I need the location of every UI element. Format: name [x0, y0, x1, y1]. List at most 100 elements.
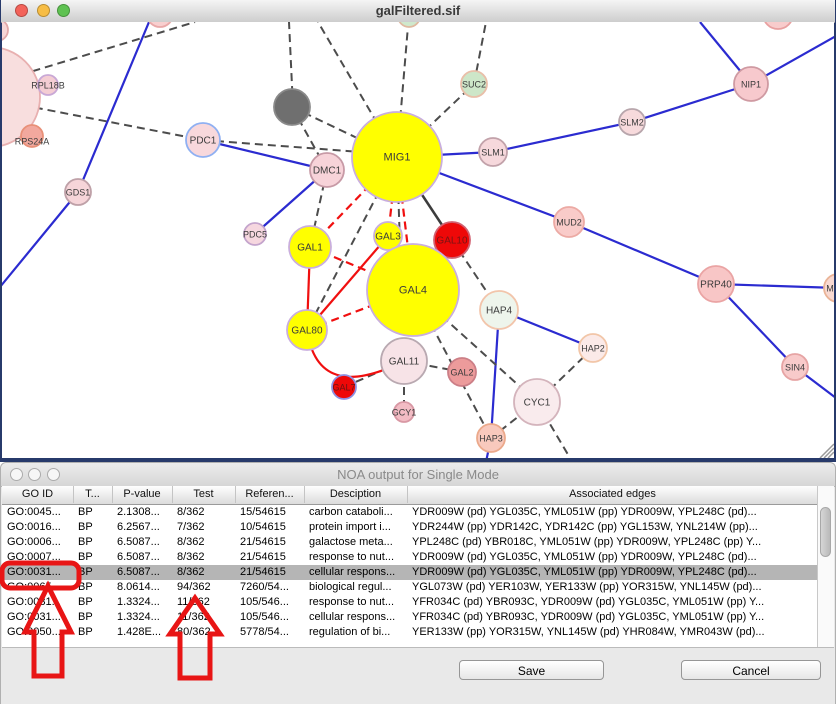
table-cell: 1.3324... [112, 595, 172, 610]
noa-window-title: NOA output for Single Mode [1, 467, 835, 482]
column-header-desciption[interactable]: Desciption [304, 486, 408, 503]
table-cell: regulation of bi... [304, 625, 407, 640]
table-header-row: GO IDT...P-valueTestReferen...Desciption… [2, 486, 818, 505]
table-row[interactable]: GO:0016...BP6.2567...7/36210/54615protei… [2, 520, 818, 535]
table-cell: 7/362 [172, 520, 235, 535]
table-row[interactable]: GO:0050...BP1.428E...80/3625778/54...reg… [2, 625, 818, 640]
network-node-label-PRP40: PRP40 [700, 280, 732, 291]
network-node-label-MUD2: MUD2 [556, 218, 582, 228]
network-window: galFiltered.sif RPL18B RPS24A GDS1 PDC1 DMC1… [0, 0, 836, 462]
network-canvas[interactable]: RPL18BRPS24AGDS1PDC1DMC1MIG1SUC2SLM1SLM2… [2, 22, 834, 458]
column-header-go-id[interactable]: GO ID [2, 486, 74, 503]
network-node-label-GAL7: GAL7 [332, 383, 355, 393]
table-row[interactable]: GO:0045...BP2.1308...8/36215/54615carbon… [2, 505, 818, 520]
table-cell: 11/362 [172, 595, 235, 610]
table-row[interactable]: GO:0065...BP8.0614...94/3627260/54...bio… [2, 580, 818, 595]
table-cell: 11/362 [172, 610, 235, 625]
network-node-label-HAP4: HAP4 [486, 306, 513, 317]
table-cell: YDR009W (pd) YGL035C, YML051W (pp) YDR00… [407, 505, 818, 520]
table-cell: 80/362 [172, 625, 235, 640]
table-row[interactable]: GO:0007...BP6.5087...8/36221/54615respon… [2, 550, 818, 565]
save-button[interactable]: Save [459, 660, 604, 680]
network-node-label-PDC1: PDC1 [190, 136, 217, 147]
table-cell: 8/362 [172, 565, 235, 580]
table-cell: GO:0045... [2, 505, 73, 520]
table-cell: 8.0614... [112, 580, 172, 595]
cancel-button[interactable]: Cancel [681, 660, 821, 680]
table-cell: GO:0006... [2, 535, 73, 550]
table-cell: GO:0016... [2, 520, 73, 535]
network-node-top-green[interactable] [398, 22, 420, 27]
table-cell: cellular respons... [304, 565, 407, 580]
network-node-label-MIG1: MIG1 [384, 152, 411, 164]
network-node-label-RPL18B: RPL18B [31, 81, 65, 91]
network-node-label-GDS1: GDS1 [66, 188, 91, 198]
table-cell: GO:0050... [2, 625, 73, 640]
table-cell: 105/546... [235, 595, 304, 610]
table-cell: YFR034C (pd) YBR093C, YDR009W (pd) YGL03… [407, 610, 818, 625]
screen: galFiltered.sif RPL18B RPS24A GDS1 PDC1 DMC1… [0, 0, 836, 704]
network-node-label-GAL10: GAL10 [436, 236, 468, 247]
table-cell: YGL073W (pd) YER103W, YER133W (pp) YOR31… [407, 580, 818, 595]
column-header-p-value[interactable]: P-value [112, 486, 173, 503]
network-node-label-GAL2: GAL2 [450, 368, 473, 378]
table-cell: 94/362 [172, 580, 235, 595]
network-edge-blue-solid [716, 284, 834, 398]
column-header-associated-edges[interactable]: Associated edges [407, 486, 819, 503]
table-cell: BP [73, 505, 112, 520]
table-row[interactable]: GO:0031...BP1.3324...11/362105/546...res… [2, 595, 818, 610]
table-cell: 10/54615 [235, 520, 304, 535]
network-node-label-GAL11: GAL11 [389, 357, 420, 368]
network-node-corner-pink[interactable] [2, 22, 8, 41]
network-node-label-DMC1: DMC1 [313, 166, 342, 177]
table-cell: YFR034C (pd) YBR093C, YDR009W (pd) YGL03… [407, 595, 818, 610]
network-edge-blue-solid [203, 140, 327, 170]
table-cell: biological regul... [304, 580, 407, 595]
vertical-scrollbar[interactable] [817, 486, 834, 647]
network-node-top-pink[interactable] [147, 22, 173, 27]
table-cell: 8/362 [172, 535, 235, 550]
table-cell: 6.5087... [112, 550, 172, 565]
table-cell: 21/54615 [235, 550, 304, 565]
network-node-label-SLM1: SLM1 [481, 148, 505, 158]
table-cell: BP [73, 550, 112, 565]
network-node-label-MSL1: MSL1 [826, 284, 834, 294]
network-node-topright-pink[interactable] [763, 22, 793, 29]
column-header-test[interactable]: Test [172, 486, 236, 503]
table-cell: 105/546... [235, 610, 304, 625]
table-cell: 1.428E... [112, 625, 172, 640]
network-node-gray-node[interactable] [274, 89, 310, 125]
table-row[interactable]: GO:0031...BP1.3324...11/362105/546...cel… [2, 610, 818, 625]
network-edge-gray-dashed [20, 22, 195, 75]
table-cell: GO:0031... [2, 595, 73, 610]
table-cell: 6.2567... [112, 520, 172, 535]
table-cell: 8/362 [172, 505, 235, 520]
column-header-referen-[interactable]: Referen... [235, 486, 305, 503]
network-node-label-HAP3: HAP3 [479, 434, 503, 444]
table-cell: GO:0031... [2, 610, 73, 625]
table-cell: 6.5087... [112, 565, 172, 580]
table-cell: carbon cataboli... [304, 505, 407, 520]
table-row[interactable]: GO:0006...BP6.5087...8/36221/54615galact… [2, 535, 818, 550]
table-cell: BP [73, 610, 112, 625]
network-node-label-RPS24A: RPS24A [15, 137, 50, 147]
scrollbar-thumb[interactable] [820, 507, 831, 557]
network-node-label-SLM2: SLM2 [620, 118, 644, 128]
table-cell: BP [73, 565, 112, 580]
network-window-titlebar[interactable]: galFiltered.sif [1, 0, 835, 23]
column-header-t-[interactable]: T... [73, 486, 113, 503]
table-cell: YDR244W (pp) YDR142C, YDR142C (pp) YGL15… [407, 520, 818, 535]
table-cell: YER133W (pp) YOR315W, YNL145W (pd) YHR08… [407, 625, 818, 640]
table-cell: cellular respons... [304, 610, 407, 625]
table-cell: GO:0031... [2, 565, 73, 580]
noa-window-titlebar[interactable]: NOA output for Single Mode [1, 463, 835, 487]
noa-output-window: NOA output for Single Mode GO IDT...P-va… [0, 462, 836, 704]
network-node-label-SIN4: SIN4 [785, 363, 805, 373]
table-row[interactable]: GO:0031...BP6.5087...8/36221/54615cellul… [2, 565, 818, 580]
table-cell: 6.5087... [112, 535, 172, 550]
network-graph: RPL18BRPS24AGDS1PDC1DMC1MIG1SUC2SLM1SLM2… [2, 22, 834, 458]
table-cell: 7260/54... [235, 580, 304, 595]
table-cell: BP [73, 625, 112, 640]
table-cell: YDR009W (pd) YGL035C, YML051W (pp) YDR00… [407, 550, 818, 565]
network-node-label-CYC1: CYC1 [524, 398, 551, 409]
